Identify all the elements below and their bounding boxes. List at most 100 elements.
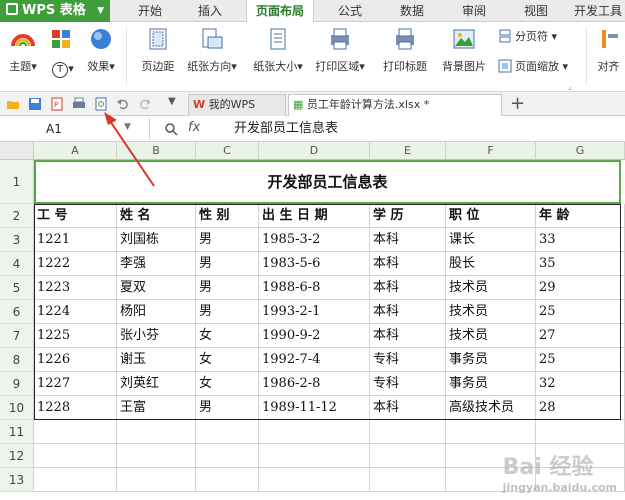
background-image-button[interactable]: 背景图片 xyxy=(438,26,490,74)
tab-my-wps-label: 我的WPS xyxy=(208,98,256,111)
app-menu-button[interactable]: WPS 表格 ▼ xyxy=(0,0,110,22)
tab-developer[interactable]: 开发工具 xyxy=(574,0,625,22)
table-cell[interactable] xyxy=(196,468,259,492)
table-cell[interactable] xyxy=(259,468,370,492)
new-tab-icon[interactable]: + xyxy=(510,93,525,114)
tab-home[interactable]: 开始 xyxy=(128,0,172,22)
color-grid-icon xyxy=(52,30,70,48)
sheet-title-cell[interactable]: 开发部员工信息表 xyxy=(34,160,621,204)
tab-view[interactable]: 视图 xyxy=(514,0,558,22)
row-header-3[interactable]: 3 xyxy=(0,228,34,252)
table-cell[interactable] xyxy=(259,444,370,468)
export-pdf-icon[interactable]: P xyxy=(50,97,64,111)
page-zoom-icon xyxy=(498,59,512,73)
quick-access-bar: P ▼ W 我的WPS ▦ 员工年龄计算方法.xlsx * + xyxy=(0,92,625,116)
tab-page-layout[interactable]: 页面布局 xyxy=(246,0,314,23)
zoom-search-icon[interactable] xyxy=(164,122,178,136)
table-cell[interactable] xyxy=(196,444,259,468)
align-button[interactable]: 对齐 xyxy=(592,26,625,74)
paper-size-icon xyxy=(270,28,286,50)
formula-input[interactable]: 开发部员工信息表 xyxy=(234,118,338,140)
orientation-button[interactable]: 纸张方向▾ xyxy=(184,26,240,74)
print-title-button[interactable]: 打印标题 xyxy=(378,26,432,74)
tab-formula[interactable]: 公式 xyxy=(328,0,372,22)
column-header-a[interactable]: A xyxy=(34,142,117,160)
fx-icon[interactable]: fx xyxy=(188,120,200,135)
tab-document-label: 员工年龄计算方法.xlsx * xyxy=(306,98,430,111)
effect-button[interactable]: 效果▾ xyxy=(84,26,118,74)
customize-dropdown-icon[interactable]: ▼ xyxy=(168,96,176,107)
undo-icon[interactable] xyxy=(116,97,130,111)
print-title-icon xyxy=(396,28,414,50)
table-cell[interactable] xyxy=(34,420,117,444)
open-folder-icon[interactable] xyxy=(6,97,20,111)
table-cell[interactable] xyxy=(117,420,196,444)
row-header-13[interactable]: 13 xyxy=(0,468,34,492)
redo-icon[interactable] xyxy=(138,97,152,111)
column-header-g[interactable]: G xyxy=(536,142,625,160)
page-break-button[interactable]: 分页符 ▾ xyxy=(498,28,557,46)
column-header-e[interactable]: E xyxy=(370,142,446,160)
theme-button[interactable]: 主题▾ xyxy=(6,26,40,74)
print-title-label: 打印标题 xyxy=(383,60,427,73)
table-border xyxy=(34,204,621,420)
row-header-2[interactable]: 2 xyxy=(0,204,34,228)
table-cell[interactable] xyxy=(536,420,625,444)
table-cell[interactable] xyxy=(196,420,259,444)
print-icon[interactable] xyxy=(72,97,86,111)
svg-text:P: P xyxy=(54,101,58,109)
row-header-1[interactable]: 1 xyxy=(0,160,34,204)
print-area-button[interactable]: 打印区域▾ xyxy=(310,26,370,74)
table-cell[interactable] xyxy=(446,420,536,444)
tab-my-wps[interactable]: W 我的WPS xyxy=(188,94,286,116)
table-cell[interactable] xyxy=(117,468,196,492)
table-cell[interactable] xyxy=(370,468,446,492)
print-area-icon xyxy=(331,28,349,50)
align-label: 对齐 xyxy=(597,60,620,73)
tab-data[interactable]: 数据 xyxy=(390,0,434,22)
tab-review[interactable]: 审阅 xyxy=(450,0,498,22)
row-header-8[interactable]: 8 xyxy=(0,348,34,372)
row-header-12[interactable]: 12 xyxy=(0,444,34,468)
margin-button[interactable]: 页边距 xyxy=(136,26,180,74)
watermark-brand: Bai 经验 xyxy=(502,455,594,480)
color-button[interactable] xyxy=(46,26,76,58)
theme-icon xyxy=(11,34,35,47)
background-image-label: 背景图片 xyxy=(442,60,486,73)
table-cell[interactable] xyxy=(34,444,117,468)
margin-label: 页边距 xyxy=(141,60,175,73)
menu-bar: WPS 表格 ▼ 开始 插入 页面布局 公式 数据 审阅 视图 开发工具 xyxy=(0,0,625,23)
row-header-10[interactable]: 10 xyxy=(0,396,34,420)
row-header-9[interactable]: 9 xyxy=(0,372,34,396)
row-header-7[interactable]: 7 xyxy=(0,324,34,348)
dialog-launcher-icon[interactable]: ⌟ xyxy=(568,82,572,91)
baidu-watermark: Bai 经验 jingyan.baidu.com xyxy=(503,449,617,494)
page-zoom-button[interactable]: 页面缩放 ▾ xyxy=(498,58,568,76)
margin-icon xyxy=(149,28,167,50)
tab-document[interactable]: ▦ 员工年龄计算方法.xlsx * xyxy=(288,94,502,116)
page-break-label: 分页符 xyxy=(515,30,548,43)
row-header-4[interactable]: 4 xyxy=(0,252,34,276)
print-preview-icon[interactable] xyxy=(94,97,108,111)
save-icon[interactable] xyxy=(28,97,42,111)
name-box-dropdown-icon[interactable]: ▼ xyxy=(124,122,131,132)
select-all-corner[interactable] xyxy=(0,142,34,160)
table-cell[interactable] xyxy=(34,468,117,492)
column-header-d[interactable]: D xyxy=(259,142,370,160)
row-header-5[interactable]: 5 xyxy=(0,276,34,300)
paper-size-button[interactable]: 纸张大小▾ xyxy=(250,26,306,74)
table-cell[interactable] xyxy=(117,444,196,468)
table-cell[interactable] xyxy=(370,420,446,444)
orientation-label: 纸张方向 xyxy=(187,60,232,73)
font-button[interactable]: T ▾ xyxy=(48,62,78,78)
tab-insert[interactable]: 插入 xyxy=(186,0,234,22)
table-cell[interactable] xyxy=(370,444,446,468)
column-header-c[interactable]: C xyxy=(196,142,259,160)
table-cell[interactable] xyxy=(259,420,370,444)
spreadsheet-grid: ABCDEFG12工 号姓 名性 别出 生 日 期学 历职 位年 龄 3 1221 刘… xyxy=(0,142,625,500)
row-header-6[interactable]: 6 xyxy=(0,300,34,324)
row-header-11[interactable]: 11 xyxy=(0,420,34,444)
column-header-f[interactable]: F xyxy=(446,142,536,160)
column-header-b[interactable]: B xyxy=(117,142,196,160)
effect-label: 效果 xyxy=(87,60,110,73)
